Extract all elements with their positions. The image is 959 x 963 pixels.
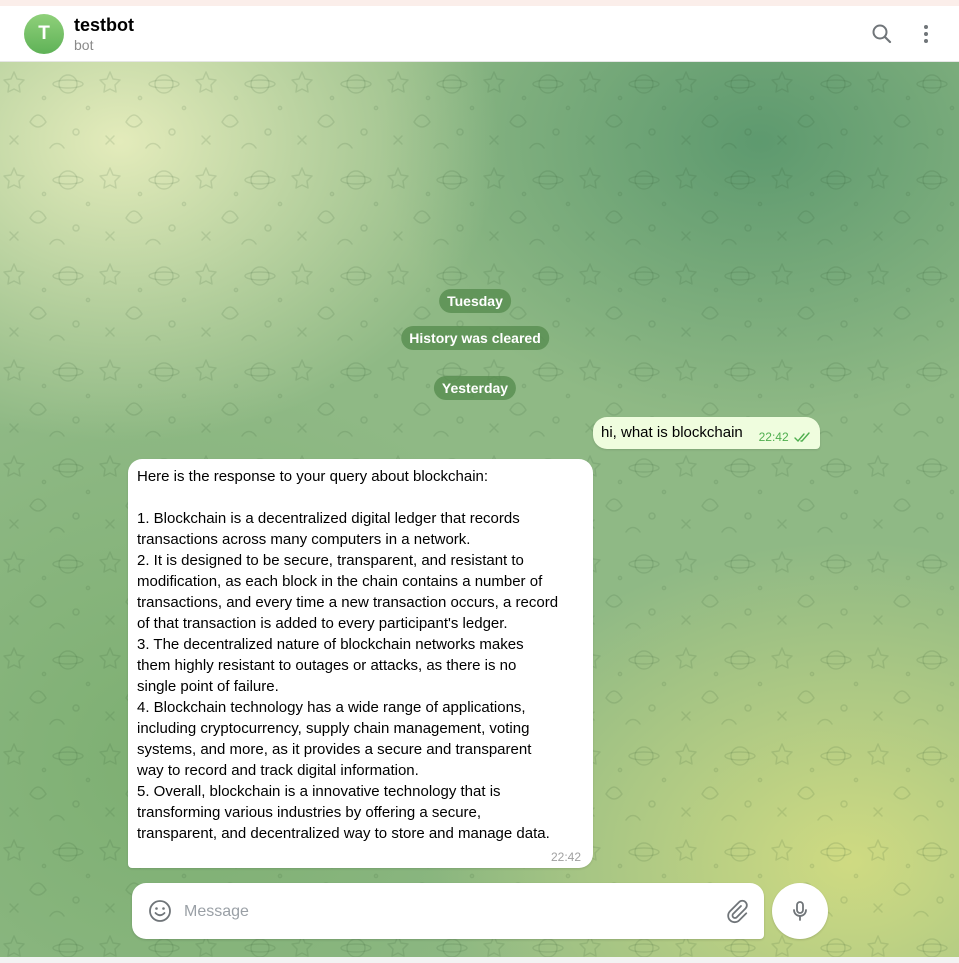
double-check-icon xyxy=(794,432,810,443)
chat-area[interactable]: Tuesday History was cleared Yesterday hi… xyxy=(0,62,959,957)
message-line: of that transaction is added to every pa… xyxy=(137,615,508,632)
message-line: 1. Blockchain is a decentralized digital… xyxy=(137,510,520,527)
message-line: way to record and track digital informat… xyxy=(137,762,419,779)
attach-icon[interactable] xyxy=(722,897,750,925)
message-line: 5. Overall, blockchain is a innovative t… xyxy=(137,783,501,800)
message-line: single point of failure. xyxy=(137,678,279,695)
message-line: 3. The decentralized nature of blockchai… xyxy=(137,636,524,653)
message-input[interactable] xyxy=(182,899,706,925)
message-line: modification, as each block in the chain… xyxy=(137,573,543,590)
message-time: 22:42 xyxy=(758,430,789,444)
message-line: transactions, and every time a new trans… xyxy=(137,594,559,611)
message-line: 4. Blockchain technology has a wide rang… xyxy=(137,699,526,716)
message-text: hi, what is blockchain xyxy=(601,424,743,441)
chat-subtitle: bot xyxy=(74,37,94,53)
outgoing-message[interactable]: hi, what is blockchain 22:42 xyxy=(593,417,820,449)
microphone-icon xyxy=(793,901,807,921)
incoming-message[interactable]: Here is the response to your query about… xyxy=(128,459,593,868)
message-line: transparent, and decentralized way to st… xyxy=(137,825,550,842)
date-separator: Tuesday xyxy=(439,289,511,313)
message-line: including cryptocurrency, supply chain m… xyxy=(137,720,530,737)
message-meta: 22:42 xyxy=(759,430,812,444)
message-line xyxy=(137,487,584,508)
search-icon xyxy=(872,24,892,44)
message-line: transactions across many computers in a … xyxy=(137,531,471,548)
record-voice-button[interactable] xyxy=(772,883,828,939)
message-line: systems, and more, as it provides a secu… xyxy=(137,741,532,758)
more-button[interactable] xyxy=(910,18,942,50)
more-vertical-icon xyxy=(924,25,928,43)
message-line: 2. It is designed to be secure, transpar… xyxy=(137,552,524,569)
chat-header: T testbot bot xyxy=(0,6,959,62)
date-separator: Yesterday xyxy=(433,376,517,400)
message-line: Here is the response to your query about… xyxy=(137,468,489,485)
window-bottom-strip xyxy=(0,957,959,963)
service-message: History was cleared xyxy=(401,326,549,350)
emoji-icon[interactable] xyxy=(146,897,174,925)
avatar[interactable]: T xyxy=(24,14,64,54)
message-time: 22:42 xyxy=(550,850,581,864)
message-line: transforming various industries by offer… xyxy=(137,804,482,821)
chat-title[interactable]: testbot xyxy=(74,15,134,36)
message-composer xyxy=(132,883,764,939)
message-text: Here is the response to your query about… xyxy=(137,466,584,844)
message-line: them highly resistant to outages or atta… xyxy=(137,657,517,674)
search-button[interactable] xyxy=(866,18,898,50)
